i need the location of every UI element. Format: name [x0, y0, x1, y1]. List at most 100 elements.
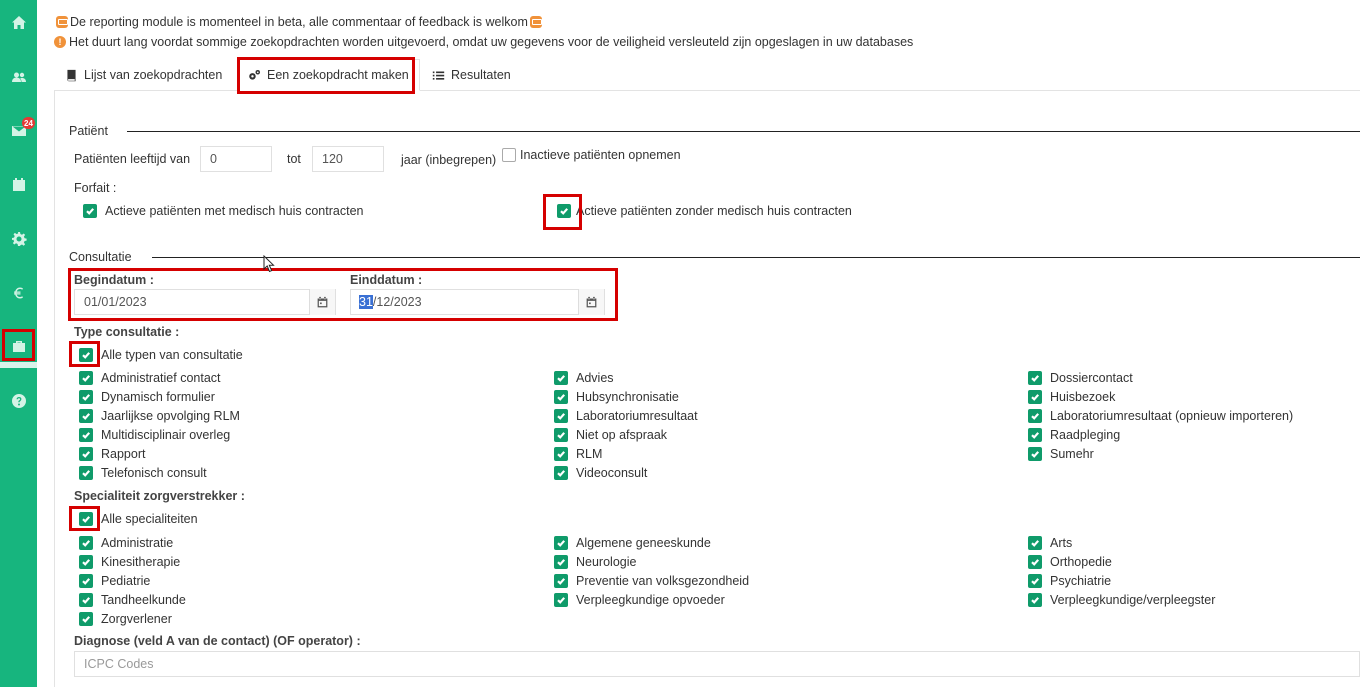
checkbox-option[interactable]: Psychiatrie: [1028, 574, 1111, 588]
checkbox-option[interactable]: Laboratoriumresultaat (opnieuw importere…: [1028, 409, 1293, 423]
checkbox[interactable]: [557, 204, 571, 218]
home-icon[interactable]: [0, 8, 37, 38]
checkbox[interactable]: [79, 447, 93, 461]
checkbox-option[interactable]: Telefonisch consult: [79, 466, 207, 480]
checkbox-option[interactable]: Pediatrie: [79, 574, 150, 588]
checkbox[interactable]: [79, 371, 93, 385]
checkbox-option[interactable]: Dynamisch formulier: [79, 390, 215, 404]
checkbox-option[interactable]: Rapport: [79, 447, 145, 461]
section-divider: [127, 131, 1360, 132]
checkbox-option[interactable]: Administratie: [79, 536, 173, 550]
checkbox-label: Administratief contact: [101, 371, 221, 385]
checkbox[interactable]: [79, 612, 93, 626]
checkbox[interactable]: [554, 447, 568, 461]
checkbox[interactable]: [1028, 447, 1042, 461]
checkbox[interactable]: [554, 574, 568, 588]
checkbox[interactable]: [79, 555, 93, 569]
checkbox-label: Verpleegkundige/verpleegster: [1050, 593, 1216, 607]
checkbox-option[interactable]: Algemene geneeskunde: [554, 536, 711, 550]
checkbox-option[interactable]: Laboratoriumresultaat: [554, 409, 698, 423]
checkbox-option[interactable]: Advies: [554, 371, 614, 385]
tab-search-list[interactable]: Lijst van zoekopdrachten: [55, 59, 232, 91]
checkbox[interactable]: [1028, 371, 1042, 385]
checkbox-option[interactable]: Hubsynchronisatie: [554, 390, 679, 404]
inactive-patients-option[interactable]: Inactieve patiënten opnemen: [502, 148, 681, 162]
checkbox[interactable]: [79, 428, 93, 442]
all-types-label: Alle typen van consultatie: [101, 348, 243, 362]
mouse-cursor-icon: [263, 255, 275, 273]
reporting-icon[interactable]: [0, 331, 37, 361]
checkbox-option[interactable]: Dossiercontact: [1028, 371, 1133, 385]
calendar-icon[interactable]: [0, 170, 37, 200]
checkbox-option[interactable]: Kinesitherapie: [79, 555, 180, 569]
checkbox[interactable]: [1028, 593, 1042, 607]
checkbox[interactable]: [79, 574, 93, 588]
forfait-with-option[interactable]: Actieve patiënten met medisch huis contr…: [83, 204, 363, 218]
end-date-input[interactable]: 31/12/2023: [350, 289, 605, 315]
checkbox-option[interactable]: RLM: [554, 447, 602, 461]
checkbox[interactable]: [79, 348, 93, 362]
tab-create-search[interactable]: Een zoekopdracht maken: [237, 59, 420, 91]
checkbox-option[interactable]: Sumehr: [1028, 447, 1094, 461]
checkbox-option[interactable]: Neurologie: [554, 555, 636, 569]
checkbox-option[interactable]: Arts: [1028, 536, 1072, 550]
specialty-label: Specialiteit zorgverstrekker :: [74, 489, 245, 503]
age-from-input[interactable]: 0: [200, 146, 272, 172]
checkbox[interactable]: [79, 409, 93, 423]
checkbox-option[interactable]: Verpleegkundige/verpleegster: [1028, 593, 1215, 607]
section-divider: [152, 257, 1360, 258]
checkbox-option[interactable]: Niet op afspraak: [554, 428, 667, 442]
checkbox-option[interactable]: Preventie van volksgezondheid: [554, 574, 749, 588]
checkbox-option[interactable]: Administratief contact: [79, 371, 221, 385]
checkbox[interactable]: [554, 390, 568, 404]
to-label: tot: [287, 152, 301, 166]
checkbox[interactable]: [554, 536, 568, 550]
euro-icon[interactable]: [0, 278, 37, 308]
inactive-checkbox[interactable]: [502, 148, 516, 162]
all-specialties-option[interactable]: Alle specialiteiten: [79, 512, 198, 526]
checkbox[interactable]: [554, 428, 568, 442]
checkbox[interactable]: [554, 409, 568, 423]
checkbox-label: Rapport: [101, 447, 146, 461]
active-indicator: [0, 362, 37, 368]
checkbox[interactable]: [79, 466, 93, 480]
begin-date-input[interactable]: 01/01/2023: [74, 289, 336, 315]
checkbox-option[interactable]: Verpleegkundige opvoeder: [554, 593, 725, 607]
forfait-without-option[interactable]: Actieve patiënten zonder medisch huis co…: [557, 204, 852, 218]
users-icon[interactable]: [0, 62, 37, 92]
checkbox-option[interactable]: Multidisciplinair overleg: [79, 428, 230, 442]
checkbox[interactable]: [79, 593, 93, 607]
age-to-input[interactable]: 120: [312, 146, 384, 172]
checkbox[interactable]: [1028, 409, 1042, 423]
checkbox[interactable]: [1028, 428, 1042, 442]
checkbox[interactable]: [1028, 390, 1042, 404]
checkbox-option[interactable]: Huisbezoek: [1028, 390, 1115, 404]
checkbox-option[interactable]: Raadpleging: [1028, 428, 1120, 442]
checkbox[interactable]: [554, 555, 568, 569]
checkbox[interactable]: [1028, 574, 1042, 588]
all-types-option[interactable]: Alle typen van consultatie: [79, 348, 243, 362]
checkbox[interactable]: [554, 593, 568, 607]
checkbox[interactable]: [1028, 536, 1042, 550]
diagnosis-input[interactable]: ICPC Codes: [74, 651, 1360, 677]
checkbox-label: Pediatrie: [101, 574, 151, 588]
end-date-selection: 31: [359, 295, 373, 309]
checkbox[interactable]: [79, 536, 93, 550]
checkbox-option[interactable]: Tandheelkunde: [79, 593, 186, 607]
tab-results[interactable]: Resultaten: [422, 59, 521, 91]
checkbox[interactable]: [83, 204, 97, 218]
checkbox[interactable]: [554, 371, 568, 385]
checkbox-option[interactable]: Orthopedie: [1028, 555, 1112, 569]
checkbox[interactable]: [1028, 555, 1042, 569]
checkbox[interactable]: [79, 390, 93, 404]
help-icon[interactable]: [0, 386, 37, 416]
calendar-icon[interactable]: [578, 289, 604, 315]
checkbox[interactable]: [554, 466, 568, 480]
mail-badge: 24: [22, 117, 35, 129]
gear-icon[interactable]: [0, 224, 37, 254]
checkbox[interactable]: [79, 512, 93, 526]
checkbox-option[interactable]: Zorgverlener: [79, 612, 172, 626]
calendar-icon[interactable]: [309, 289, 335, 315]
checkbox-option[interactable]: Jaarlijkse opvolging RLM: [79, 409, 240, 423]
checkbox-option[interactable]: Videoconsult: [554, 466, 647, 480]
